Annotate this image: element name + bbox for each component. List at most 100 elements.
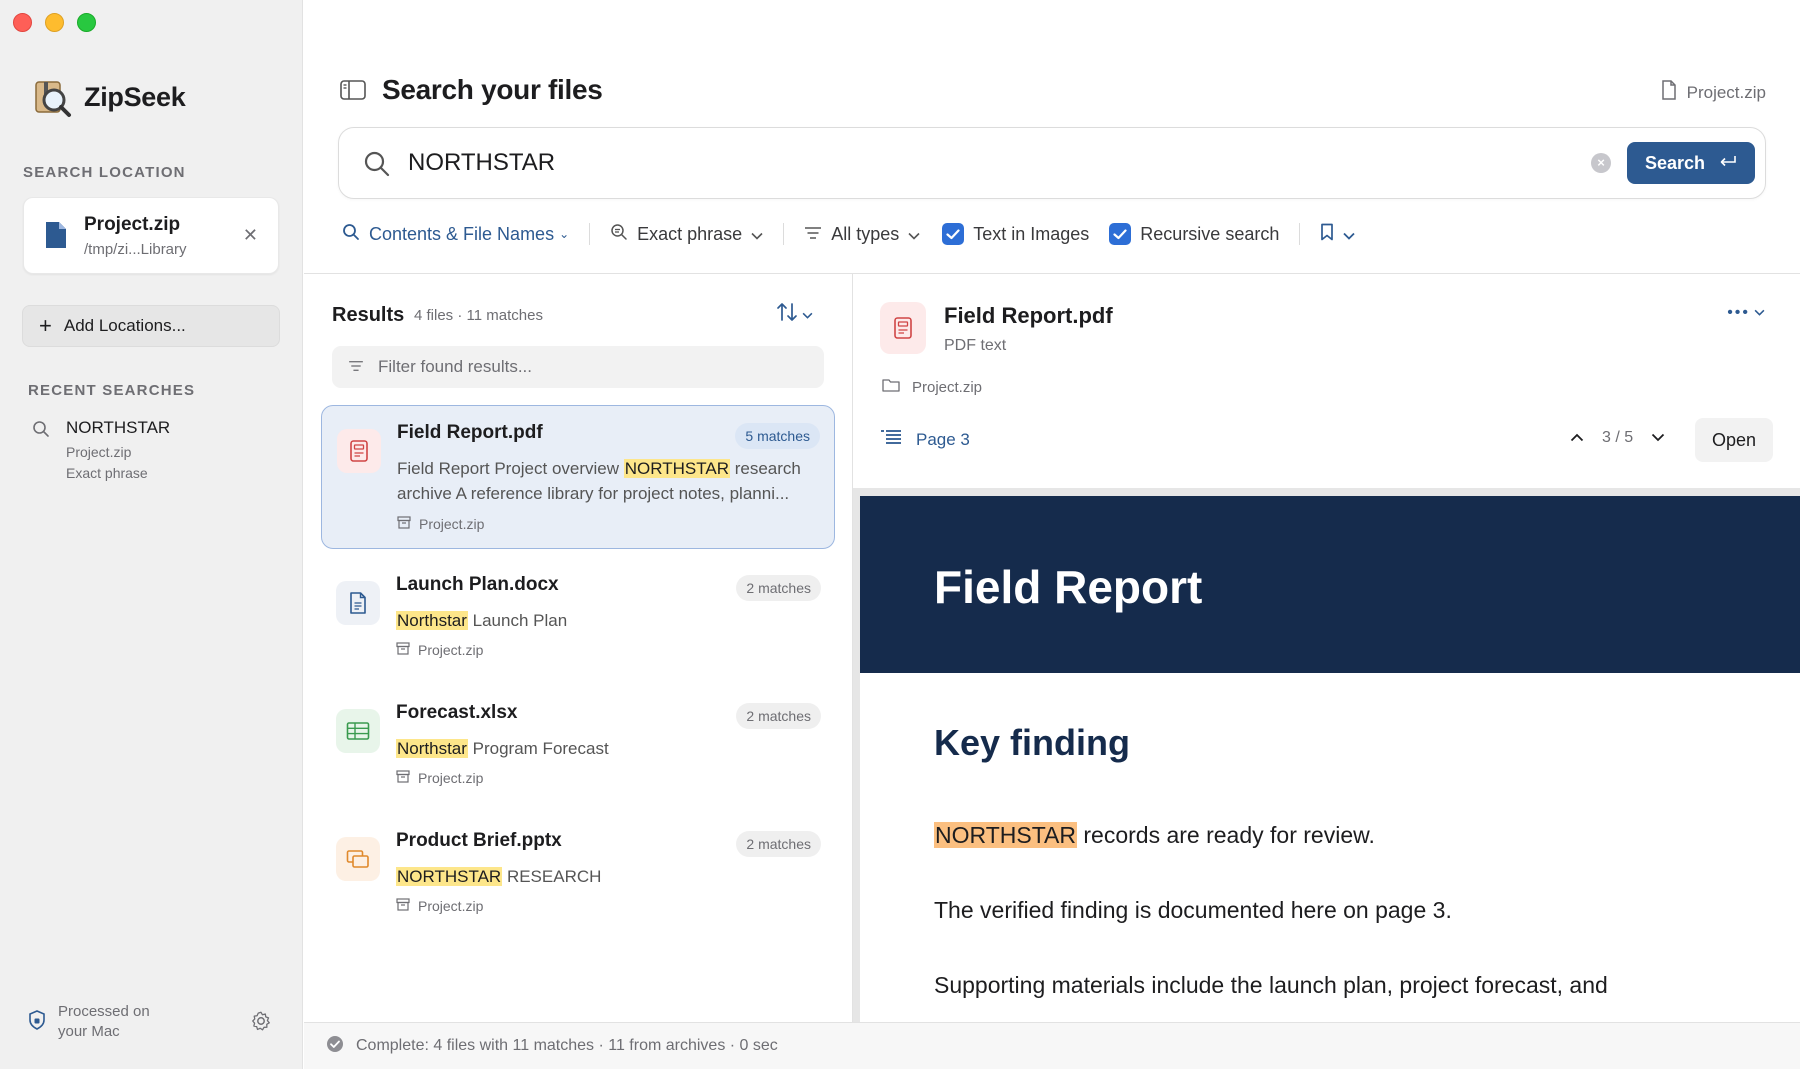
sidebar-toggle-icon[interactable] [340, 80, 366, 105]
match-count-badge: 2 matches [736, 703, 821, 729]
search-bar: × Search [338, 127, 1766, 199]
match-count-badge: 5 matches [735, 423, 820, 449]
snippet-text: Launch Plan [467, 611, 568, 630]
clear-search-icon[interactable]: × [1591, 153, 1611, 173]
chevron-down-icon [751, 224, 763, 245]
pdf-icon [880, 302, 926, 354]
location-title: Project.zip [84, 214, 181, 235]
search-button[interactable]: Search [1627, 142, 1755, 184]
snippet-text: Field Report Project overview [397, 459, 624, 478]
document-paragraph: Supporting materials include the launch … [934, 972, 1608, 998]
current-archive-label: Project.zip [1686, 82, 1766, 102]
filter-results-field[interactable]: Filter found results... [332, 346, 824, 388]
chevron-down-icon [908, 224, 920, 245]
match-count-badge: 2 matches [736, 575, 821, 601]
match-mode-dropdown[interactable]: Exact phrase [610, 223, 763, 246]
zipseek-logo-icon [30, 76, 72, 118]
document-icon [1661, 80, 1677, 105]
search-location-heading: SEARCH LOCATION [23, 164, 186, 181]
document-page: Field Report Key finding NORTHSTAR recor… [860, 496, 1800, 1022]
match-mode-label: Exact phrase [637, 223, 743, 244]
match-count-badge: 2 matches [736, 831, 821, 857]
snippet-text: RESEARCH [502, 867, 602, 886]
checkmark-icon [1109, 223, 1132, 245]
archive-box-icon [396, 642, 410, 658]
open-button[interactable]: Open [1695, 418, 1773, 462]
result-file-name: Launch Plan.docx [396, 574, 559, 595]
result-item[interactable]: Product Brief.pptx 2 matches NORTHSTAR R… [321, 814, 835, 932]
result-archive: Project.zip [397, 516, 484, 532]
next-match-chevron-down-icon[interactable] [1651, 429, 1665, 447]
scope-dropdown[interactable]: Contents & File Names ⌄ [342, 223, 569, 246]
sort-button[interactable] [776, 302, 813, 327]
more-options-icon[interactable]: ••• [1727, 304, 1765, 322]
status-bar: Complete: 4 files with 11 matches · 11 f… [304, 1022, 1800, 1069]
page-outline-button[interactable]: Page 3 [880, 429, 970, 450]
result-item[interactable]: Forecast.xlsx 2 matches Northstar Progra… [321, 686, 835, 804]
recursive-search-label: Recursive search [1140, 223, 1280, 244]
toolbar-divider [783, 223, 785, 245]
result-item[interactable]: Launch Plan.docx 2 matches Northstar Lau… [321, 558, 835, 676]
archive-box-icon [396, 770, 410, 786]
types-dropdown[interactable]: All types [804, 224, 920, 245]
page-label: Page 3 [916, 429, 970, 449]
search-location-card[interactable]: Project.zip /tmp/zi...Library ✕ [23, 197, 279, 274]
toolbar-divider [1299, 223, 1301, 245]
match-highlight: Northstar [396, 739, 468, 758]
gear-icon[interactable] [250, 1010, 272, 1037]
minimize-window-button[interactable] [45, 13, 64, 32]
current-match-highlight: NORTHSTAR [934, 822, 1077, 848]
current-archive[interactable]: Project.zip [1661, 80, 1766, 105]
app-window: ZipSeek SEARCH LOCATION Project.zip /tmp… [0, 0, 1800, 1069]
window-controls [13, 13, 96, 32]
pdf-icon [337, 429, 381, 473]
zoom-text-icon [610, 223, 628, 246]
spreadsheet-icon [336, 709, 380, 753]
close-window-button[interactable] [13, 13, 32, 32]
result-item[interactable]: Field Report.pdf 5 matches Field Report … [321, 405, 835, 549]
search-options-toolbar: Contents & File Names ⌄ Exact phrase All… [342, 220, 1355, 248]
document-banner: Field Report [860, 496, 1800, 673]
paragraph-text: records are ready for review. [1077, 822, 1375, 848]
recursive-search-checkbox[interactable]: Recursive search [1109, 223, 1279, 245]
remove-location-close-icon[interactable]: ✕ [243, 226, 258, 244]
document-heading: Key finding [934, 722, 1130, 763]
app-name: ZipSeek [84, 81, 186, 112]
recent-query: NORTHSTAR [66, 418, 171, 437]
archive-name: Project.zip [418, 898, 484, 914]
previous-match-chevron-up-icon[interactable] [1570, 429, 1584, 447]
scope-label: Contents & File Names [369, 223, 555, 244]
preview-archive: Project.zip [882, 378, 982, 396]
privacy-note: Processed on your Mac [28, 1002, 150, 1042]
chevron-down-icon [802, 306, 813, 324]
types-label: All types [831, 223, 900, 244]
filter-lines-icon [348, 357, 364, 377]
add-locations-label: Add Locations... [63, 316, 186, 335]
result-snippet: Northstar Program Forecast [396, 736, 816, 761]
filter-lines-icon [804, 224, 822, 245]
search-icon [363, 150, 391, 183]
results-summary: 4 files · 11 matches [414, 307, 543, 324]
document-preview[interactable]: Field Report Key finding NORTHSTAR recor… [853, 488, 1800, 1022]
result-archive: Project.zip [396, 770, 483, 786]
chevron-down-icon [1343, 224, 1355, 245]
search-input[interactable] [408, 146, 1608, 180]
archive-box-icon [397, 516, 411, 532]
bookmark-dropdown[interactable] [1320, 223, 1355, 246]
text-in-images-label: Text in Images [973, 223, 1090, 244]
search-icon [342, 223, 360, 246]
page-title: Search your files [382, 74, 603, 105]
archive-name: Project.zip [419, 516, 485, 532]
location-path: /tmp/zi...Library [84, 241, 187, 258]
result-snippet: Field Report Project overview NORTHSTAR … [397, 456, 817, 506]
zoom-window-button[interactable] [77, 13, 96, 32]
sidebar: ZipSeek SEARCH LOCATION Project.zip /tmp… [0, 0, 303, 1069]
snippet-text: research [729, 459, 801, 478]
results-title: Results [332, 304, 405, 326]
checkmark-icon [942, 223, 965, 245]
text-in-images-checkbox[interactable]: Text in Images [942, 223, 1089, 245]
preview-archive-name: Project.zip [912, 378, 983, 396]
archive-name: Project.zip [418, 770, 484, 786]
match-highlight: Northstar [396, 611, 468, 630]
add-locations-button[interactable]: + Add Locations... [22, 305, 280, 347]
